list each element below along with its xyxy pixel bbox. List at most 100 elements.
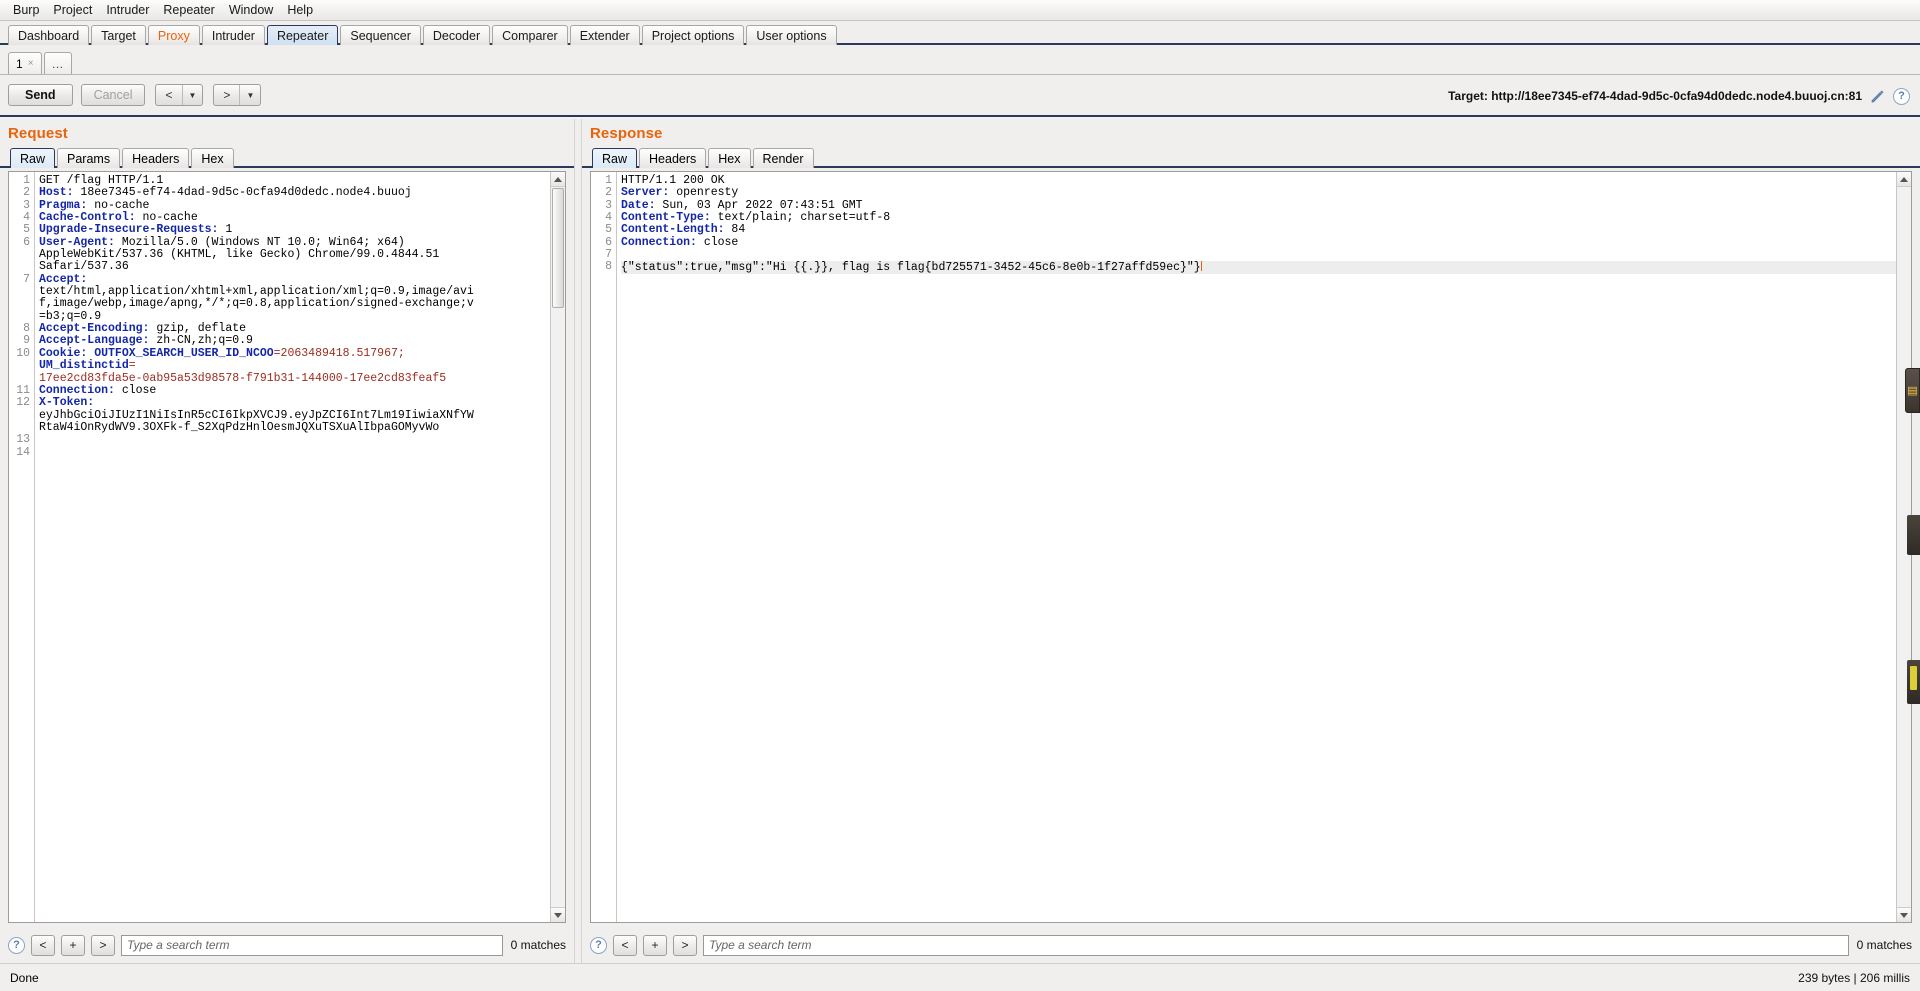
tab-target[interactable]: Target xyxy=(91,25,146,45)
close-icon[interactable]: × xyxy=(28,58,34,69)
search-prev-button[interactable]: < xyxy=(613,934,637,956)
code-segment: 84 xyxy=(724,223,746,237)
response-tab-strip: Raw Headers Hex Render xyxy=(582,146,1920,168)
scroll-up-arrow-icon[interactable] xyxy=(551,172,565,187)
forward-button[interactable]: > xyxy=(214,85,239,105)
line-number: 14 xyxy=(16,445,30,459)
code-segment: AppleWebKit/537.36 (KHTML, like Gecko) C… xyxy=(39,248,440,262)
scrollbar-thumb[interactable] xyxy=(552,188,564,308)
back-button-group[interactable]: < ▼ xyxy=(155,84,204,106)
code-segment: X-Token: xyxy=(39,396,95,410)
status-text: Done xyxy=(10,970,39,985)
code-line: Connection: close xyxy=(621,235,1896,249)
request-search-input[interactable] xyxy=(121,934,503,956)
menu-item-repeater[interactable]: Repeater xyxy=(156,1,221,20)
tab-user-options[interactable]: User options xyxy=(746,25,837,45)
code-segment: Accept-Language: xyxy=(39,334,150,348)
back-button[interactable]: < xyxy=(156,85,181,105)
menu-item-intruder[interactable]: Intruder xyxy=(99,1,156,20)
code-segment: HTTP/1.1 200 OK xyxy=(621,174,725,187)
response-stats: 239 bytes | 206 millis xyxy=(1798,970,1910,985)
pencil-icon[interactable] xyxy=(1870,89,1885,104)
response-tab-headers[interactable]: Headers xyxy=(639,148,707,168)
request-search-bar: ? < + > 0 matches xyxy=(8,931,566,959)
line-number: 1 xyxy=(23,174,30,187)
tab-proxy[interactable]: Proxy xyxy=(147,25,200,45)
extension-dock-icon[interactable]: ▤ xyxy=(1905,368,1920,413)
response-tab-hex[interactable]: Hex xyxy=(708,148,751,168)
line-number: 13 xyxy=(16,433,30,447)
menu-item-burp[interactable]: Burp xyxy=(6,1,46,20)
response-search-input[interactable] xyxy=(703,934,1849,956)
request-raw-text[interactable]: GET /flag HTTP/1.1 Host: 18ee7345-ef74-4d… xyxy=(35,172,550,922)
search-prev-button[interactable]: < xyxy=(31,934,55,956)
line-number: 7 xyxy=(23,272,30,286)
code-segment: Sun, 03 Apr 2022 07:43:51 GMT xyxy=(655,198,863,212)
menu-item-window[interactable]: Window xyxy=(222,1,280,20)
message-panels: Request Raw Params Headers Hex 123456789… xyxy=(0,119,1920,963)
line-number: 8 xyxy=(605,260,612,274)
search-next-button[interactable]: > xyxy=(91,934,115,956)
code-line: Connection: close xyxy=(39,383,550,397)
tab-project-options[interactable]: Project options xyxy=(641,25,745,45)
code-segment: Content-Type: xyxy=(621,211,711,225)
tab-intruder[interactable]: Intruder xyxy=(201,25,265,45)
code-segment: close xyxy=(114,383,157,397)
help-icon[interactable]: ? xyxy=(590,936,607,954)
request-tab-params[interactable]: Params xyxy=(57,148,121,168)
repeater-tab-strip: 1 × … xyxy=(0,45,1920,75)
tab-sequencer[interactable]: Sequencer xyxy=(340,25,421,45)
code-segment: Connection: xyxy=(621,235,697,249)
panel-splitter[interactable] xyxy=(574,119,582,963)
request-tab-hex[interactable]: Hex xyxy=(191,148,234,168)
request-editor[interactable]: 1 2 3 4 5 6 7 8 9 10 11 12 13 14 GET /flag HTTP/1.1 Ho… xyxy=(8,171,566,923)
tab-extender[interactable]: Extender xyxy=(569,25,640,45)
send-button[interactable]: Send xyxy=(8,84,73,106)
line-number: 3 xyxy=(23,198,30,212)
help-icon[interactable]: ? xyxy=(1893,87,1910,105)
request-line-numbers: 1 2 3 4 5 6 7 8 9 10 11 12 13 14 xyxy=(9,172,35,922)
search-add-button[interactable]: + xyxy=(643,934,667,956)
tab-repeater[interactable]: Repeater xyxy=(266,25,339,45)
response-match-count: 0 matches xyxy=(1856,938,1912,952)
code-segment: Cache-Control: xyxy=(39,211,136,225)
add-repeater-tab-button[interactable]: … xyxy=(43,52,72,74)
line-number: 8 xyxy=(23,322,30,336)
help-icon[interactable]: ? xyxy=(8,936,25,954)
code-segment: User-Agent: xyxy=(39,235,115,249)
request-tab-raw[interactable]: Raw xyxy=(10,148,56,168)
request-vertical-scrollbar[interactable] xyxy=(550,172,565,922)
dock-handle-tertiary[interactable] xyxy=(1907,660,1920,704)
scroll-down-arrow-icon[interactable] xyxy=(551,907,565,922)
response-panel: Response Raw Headers Hex Render 12345678… xyxy=(582,119,1920,963)
briefcase-icon: ▤ xyxy=(1907,385,1918,397)
scroll-up-arrow-icon[interactable] xyxy=(1897,172,1911,187)
code-line: {"status":true,"msg":"Hi {{.}}, flag is … xyxy=(621,261,1896,274)
repeater-tab-1[interactable]: 1 × xyxy=(8,52,42,74)
search-next-button[interactable]: > xyxy=(673,934,697,956)
chevron-down-icon[interactable]: ▼ xyxy=(183,85,203,105)
tab-decoder[interactable]: Decoder xyxy=(422,25,491,45)
code-segment: =b3;q=0.9 xyxy=(39,309,102,323)
code-segment: 18ee7345-ef74-4dad-9d5c-0cfa94d0dedc.nod… xyxy=(73,186,412,200)
request-title: Request xyxy=(8,125,68,142)
code-segment: OUTFOX_SEARCH_USER_ID_NCOO xyxy=(94,346,274,360)
response-tab-render[interactable]: Render xyxy=(752,148,814,168)
tab-dashboard[interactable]: Dashboard xyxy=(8,25,90,45)
request-tab-headers[interactable]: Headers xyxy=(122,148,190,168)
forward-button-group[interactable]: > ▼ xyxy=(213,84,262,106)
tab-comparer[interactable]: Comparer xyxy=(492,25,568,45)
target-url-label: Target: http://18ee7345-ef74-4dad-9d5c-0… xyxy=(1448,89,1862,103)
main-tab-strip: Dashboard Target Proxy Intruder Repeater… xyxy=(0,21,1920,45)
dock-handle-secondary[interactable] xyxy=(1907,515,1920,555)
menu-item-project[interactable]: Project xyxy=(46,1,99,20)
code-segment: Cookie: xyxy=(39,346,88,360)
line-number: 4 xyxy=(605,211,612,225)
menu-item-help[interactable]: Help xyxy=(280,1,320,20)
response-raw-text[interactable]: HTTP/1.1 200 OK Server: openresty Date: Su… xyxy=(617,172,1896,922)
response-tab-raw[interactable]: Raw xyxy=(592,148,638,168)
chevron-down-icon[interactable]: ▼ xyxy=(240,85,260,105)
scroll-down-arrow-icon[interactable] xyxy=(1897,907,1911,922)
response-editor[interactable]: 12345678 HTTP/1.1 200 OK Server: openrest… xyxy=(590,171,1912,923)
search-add-button[interactable]: + xyxy=(61,934,85,956)
